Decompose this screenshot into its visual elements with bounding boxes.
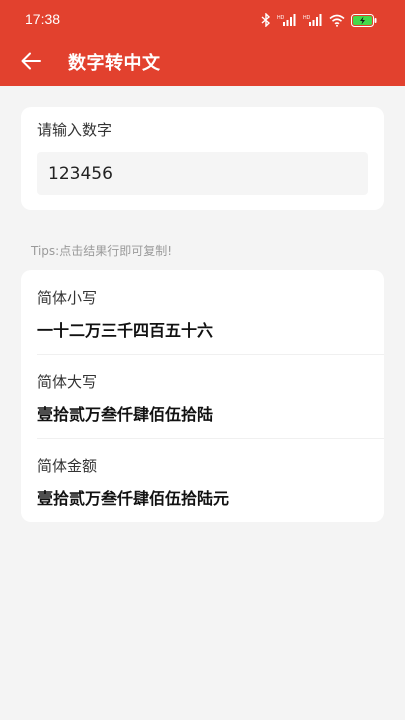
result-row-simplified-amount[interactable]: 简体金额 壹拾贰万叁仟肆佰伍拾陆元 — [21, 438, 384, 522]
result-row-simplified-uppercase[interactable]: 简体大写 壹拾贰万叁仟肆佰伍拾陆 — [21, 354, 384, 438]
status-time: 17:38 — [25, 11, 61, 27]
result-value: 壹拾贰万叁仟肆佰伍拾陆元 — [37, 489, 230, 508]
bluetooth-icon — [261, 12, 271, 31]
status-icons: HD HD — [261, 12, 377, 31]
svg-text:HD: HD — [303, 15, 311, 21]
result-card: 简体小写 一十二万三千四百五十六 简体大写 壹拾贰万叁仟肆佰伍拾陆 简体金额 壹… — [21, 270, 384, 522]
result-label: 简体小写 — [37, 289, 98, 307]
number-input-label: 请输入数字 — [37, 121, 113, 139]
svg-text:HD: HD — [277, 15, 285, 21]
tips-text: Tips:点击结果行即可复制! — [31, 244, 173, 258]
result-value: 壹拾贰万叁仟肆佰伍拾陆 — [37, 405, 214, 424]
wifi-icon — [329, 12, 345, 31]
status-bar: 17:38 HD HD — [0, 0, 405, 38]
signal-hd-icon: HD — [277, 12, 297, 31]
input-card: 请输入数字 — [21, 107, 384, 210]
result-label: 简体金额 — [37, 457, 98, 475]
number-input[interactable] — [37, 152, 368, 195]
battery-charging-icon — [351, 12, 377, 31]
back-button[interactable] — [14, 46, 48, 80]
app-bar: 数字转中文 — [0, 38, 405, 86]
result-value: 一十二万三千四百五十六 — [37, 321, 214, 340]
result-row-simplified-lowercase[interactable]: 简体小写 一十二万三千四百五十六 — [21, 270, 384, 354]
page-title: 数字转中文 — [68, 53, 161, 74]
signal-hd-icon: HD — [303, 12, 323, 31]
result-label: 简体大写 — [37, 373, 98, 391]
arrow-left-icon — [20, 51, 42, 75]
